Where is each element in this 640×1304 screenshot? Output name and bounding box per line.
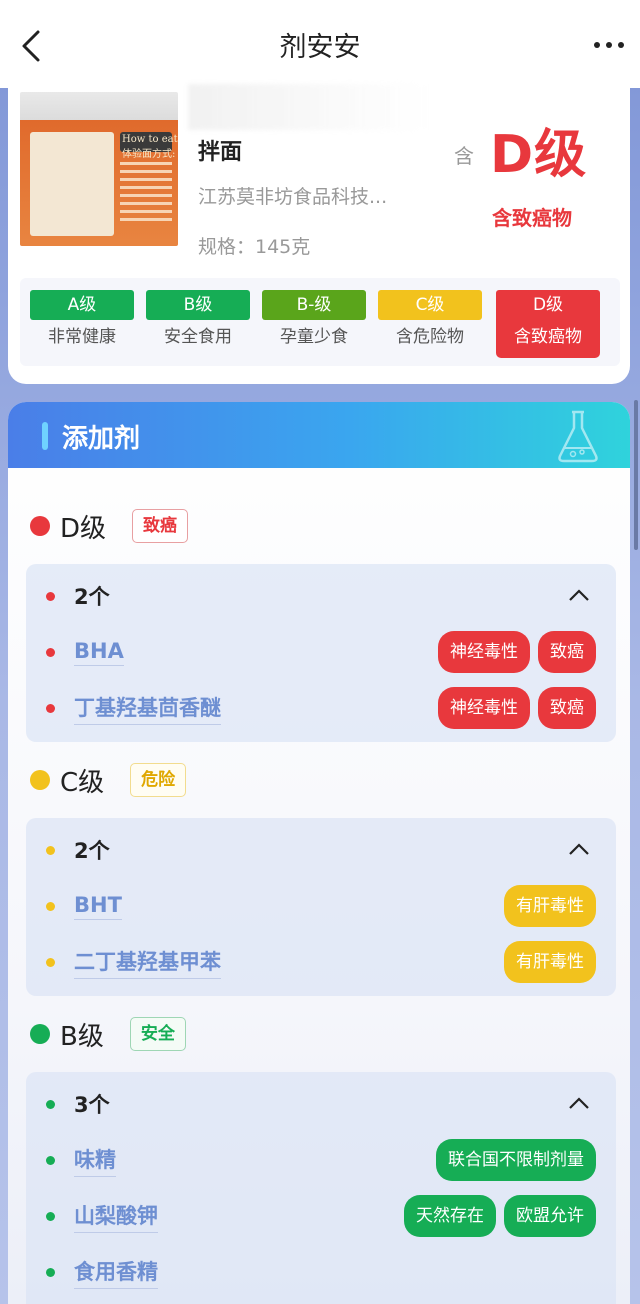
additives-section: 添加剂 D级 致癌 2个 BHA 神经毒性 致癌 丁基羟基茴香醚 神经毒性 致癌… bbox=[8, 402, 630, 1304]
grade-legend: A级 非常健康 B级 安全食用 B-级 孕童少食 C级 含危险物 D级 含致癌物 bbox=[20, 278, 620, 366]
additive-row: 丁基羟基茴香醚 神经毒性 致癌 bbox=[26, 687, 616, 729]
legend-desc: 含致癌物 bbox=[514, 327, 582, 347]
group-header[interactable]: 2个 bbox=[26, 830, 616, 870]
group-count: 2个 bbox=[74, 585, 110, 609]
legend-grade: A级 bbox=[30, 290, 134, 320]
additive-row: BHA 神经毒性 致癌 bbox=[26, 631, 616, 673]
grade-badge: 危险 bbox=[130, 763, 187, 797]
chevron-up-icon[interactable] bbox=[568, 1096, 590, 1110]
header-accent-bar bbox=[42, 422, 48, 450]
tag[interactable]: 天然存在 bbox=[404, 1195, 496, 1237]
additive-link[interactable]: BHA bbox=[74, 639, 124, 666]
group-count: 2个 bbox=[74, 839, 110, 863]
legend-grade: B-级 bbox=[262, 290, 366, 320]
product-spec: 规格：145克 bbox=[198, 236, 311, 258]
legend-grade: B级 bbox=[146, 290, 250, 320]
grade-name: C级 bbox=[60, 767, 105, 798]
grade-heading-d: D级 致癌 bbox=[30, 506, 189, 546]
list-dot bbox=[46, 957, 55, 967]
group-count: 3个 bbox=[74, 1093, 110, 1117]
scrollbar-thumb[interactable] bbox=[634, 400, 638, 550]
legend-grade: C级 bbox=[378, 290, 482, 320]
additive-group-b: 3个 味精 联合国不限制剂量 山梨酸钾 天然存在 欧盟允许 食用香精 bbox=[26, 1072, 616, 1304]
chevron-up-icon[interactable] bbox=[568, 842, 590, 856]
tag[interactable]: 神经毒性 bbox=[438, 631, 530, 673]
legend-desc: 孕童少食 bbox=[280, 327, 348, 347]
list-dot bbox=[46, 1099, 55, 1109]
tag[interactable]: 致癌 bbox=[538, 631, 596, 673]
product-image-text: How to eat 体验面方式: bbox=[122, 134, 178, 160]
list-dot bbox=[46, 1211, 55, 1221]
tag-list: 神经毒性 致癌 bbox=[438, 631, 596, 673]
tag-list: 有肝毒性 bbox=[504, 885, 596, 927]
grade-badge: 安全 bbox=[129, 1017, 186, 1051]
grade-heading-c: C级 危险 bbox=[30, 760, 187, 800]
additive-row: 味精 联合国不限制剂量 bbox=[26, 1139, 616, 1181]
legend-desc: 安全食用 bbox=[164, 327, 232, 347]
grade-dot bbox=[30, 770, 50, 790]
chevron-left-icon[interactable] bbox=[18, 28, 48, 64]
list-dot bbox=[46, 845, 55, 855]
tag-list: 联合国不限制剂量 bbox=[436, 1139, 596, 1181]
legend-grade: D级 bbox=[496, 290, 600, 320]
product-company: 江苏莫非坊食品科技... bbox=[198, 186, 388, 208]
legend-item-b: B级 安全食用 bbox=[146, 290, 250, 358]
grade-name: B级 bbox=[60, 1021, 104, 1052]
additive-group-d: 2个 BHA 神经毒性 致癌 丁基羟基茴香醚 神经毒性 致癌 bbox=[26, 564, 616, 742]
product-image[interactable]: How to eat 体验面方式: bbox=[20, 92, 178, 246]
additive-row: 食用香精 bbox=[26, 1252, 616, 1292]
tag[interactable]: 有肝毒性 bbox=[504, 885, 596, 927]
tag[interactable]: 联合国不限制剂量 bbox=[436, 1139, 596, 1181]
list-dot bbox=[46, 1267, 55, 1277]
chevron-up-icon[interactable] bbox=[568, 588, 590, 602]
grade-badge: 致癌 bbox=[132, 509, 189, 543]
tag-list: 有肝毒性 bbox=[504, 941, 596, 983]
additive-link[interactable]: 味精 bbox=[74, 1144, 116, 1177]
product-card: How to eat 体验面方式: 拌面 江苏莫非坊食品科技... 规格：145… bbox=[8, 74, 630, 384]
list-dot bbox=[46, 1155, 55, 1165]
legend-desc: 非常健康 bbox=[48, 327, 116, 347]
additive-link[interactable]: 食用香精 bbox=[74, 1256, 158, 1289]
grade-heading-b: B级 安全 bbox=[30, 1014, 186, 1054]
legend-desc: 含危险物 bbox=[396, 327, 464, 347]
additive-link[interactable]: 二丁基羟基甲苯 bbox=[74, 946, 221, 979]
list-dot bbox=[46, 647, 55, 657]
product-name: 拌面 bbox=[198, 140, 243, 165]
tag[interactable]: 致癌 bbox=[538, 687, 596, 729]
additive-link[interactable]: BHT bbox=[74, 893, 122, 920]
group-header[interactable]: 2个 bbox=[26, 576, 616, 616]
more-dots-icon[interactable] bbox=[594, 42, 624, 48]
legend-item-c: C级 含危险物 bbox=[378, 290, 482, 358]
tag[interactable]: 欧盟允许 bbox=[504, 1195, 596, 1237]
grade-dot bbox=[30, 1024, 50, 1044]
legend-item-a: A级 非常健康 bbox=[30, 290, 134, 358]
list-dot bbox=[46, 901, 55, 911]
additive-row: 山梨酸钾 天然存在 欧盟允许 bbox=[26, 1195, 616, 1237]
tag[interactable]: 神经毒性 bbox=[438, 687, 530, 729]
blurred-region bbox=[188, 84, 428, 130]
product-grade-desc: 含致癌物 bbox=[492, 206, 572, 230]
contains-label: 含 bbox=[454, 144, 474, 168]
additives-title: 添加剂 bbox=[62, 424, 141, 454]
additives-header: 添加剂 bbox=[8, 402, 630, 468]
list-dot bbox=[46, 703, 55, 713]
additive-link[interactable]: 丁基羟基茴香醚 bbox=[74, 692, 221, 725]
additive-link[interactable]: 山梨酸钾 bbox=[74, 1200, 158, 1233]
additive-row: 二丁基羟基甲苯 有肝毒性 bbox=[26, 941, 616, 983]
tag-list: 天然存在 欧盟允许 bbox=[404, 1195, 596, 1237]
grade-name: D级 bbox=[60, 513, 107, 544]
page-title: 剂安安 bbox=[279, 31, 361, 63]
group-header[interactable]: 3个 bbox=[26, 1084, 616, 1124]
flask-icon bbox=[558, 410, 598, 463]
tag[interactable]: 有肝毒性 bbox=[504, 941, 596, 983]
tag-list: 神经毒性 致癌 bbox=[438, 687, 596, 729]
legend-item-b-minus: B-级 孕童少食 bbox=[262, 290, 366, 358]
additive-group-c: 2个 BHT 有肝毒性 二丁基羟基甲苯 有肝毒性 bbox=[26, 818, 616, 996]
additive-row: BHT 有肝毒性 bbox=[26, 885, 616, 927]
grade-dot bbox=[30, 516, 50, 536]
legend-item-d: D级 含致癌物 bbox=[496, 290, 600, 358]
list-dot bbox=[46, 591, 55, 601]
product-grade: D级 bbox=[490, 125, 588, 185]
